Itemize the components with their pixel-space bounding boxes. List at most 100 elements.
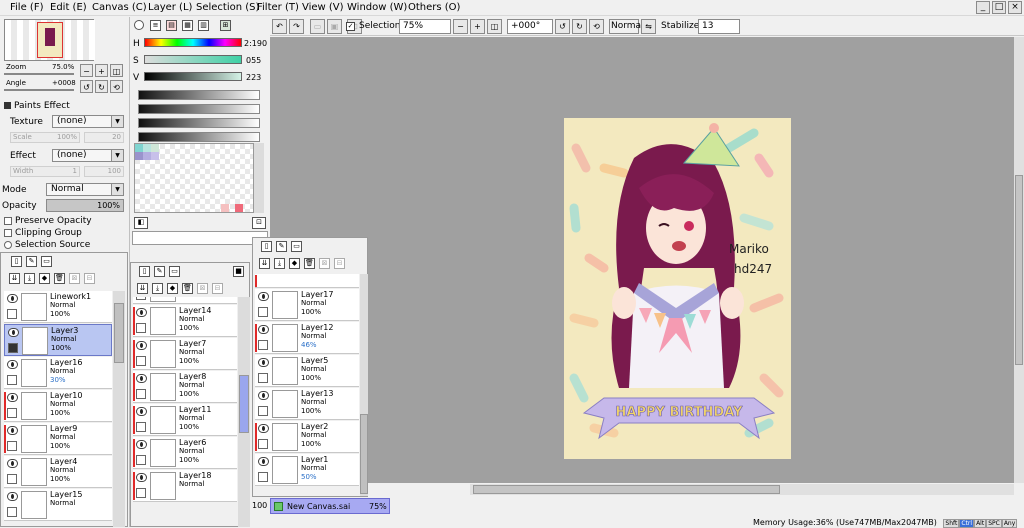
width-field[interactable]: Width 1 xyxy=(10,166,80,177)
layer-row[interactable]: Layer12 Normal 46% xyxy=(255,322,359,354)
new-linework-layer-icon[interactable]: ✎ xyxy=(154,266,165,277)
layer-row[interactable]: Layer14 Normal 100% xyxy=(133,305,237,337)
zoom-in-button[interactable]: + xyxy=(470,19,485,34)
menu-edit[interactable]: Edit (E) xyxy=(50,2,87,13)
transfer-down-icon[interactable]: ⇊ xyxy=(137,283,148,294)
layer-lock-checkbox[interactable] xyxy=(136,422,146,432)
visibility-eye-icon[interactable] xyxy=(258,358,269,367)
angle-slider[interactable] xyxy=(4,89,74,91)
menu-canvas[interactable]: Canvas (C) xyxy=(92,2,147,13)
layer-row[interactable]: Layer10 Normal 100% xyxy=(4,390,112,422)
delete-layer-icon[interactable]: 🗑 xyxy=(54,273,65,284)
layer-list-2-scrollbar[interactable] xyxy=(238,297,250,527)
scratchpad-toggle-icon[interactable]: ⊞ xyxy=(220,20,231,31)
invert-selection-button[interactable]: ▣ xyxy=(327,19,342,34)
effect-select[interactable]: (none) ▼ xyxy=(52,149,124,162)
color-swatches[interactable] xyxy=(134,143,254,213)
merge-down-icon[interactable]: ⤓ xyxy=(24,273,35,284)
menu-window[interactable]: Window (W) xyxy=(347,2,407,13)
selection-checkbox[interactable]: ✓ xyxy=(346,22,355,31)
layer-row[interactable]: Layer13 Normal 100% xyxy=(255,388,359,420)
menu-filter[interactable]: Filter (T) xyxy=(257,2,299,13)
canvas-horizontal-scrollbar[interactable] xyxy=(470,484,1014,495)
layer-row[interactable]: Layer4 Normal 100% xyxy=(4,456,112,488)
clear-layer-icon[interactable]: ◆ xyxy=(167,283,178,294)
rotate-reset-button[interactable]: ⟲ xyxy=(589,19,604,34)
saturation-slider[interactable] xyxy=(144,55,242,64)
visibility-eye-icon[interactable] xyxy=(258,424,269,433)
document-tab[interactable]: New Canvas.sai 75% xyxy=(270,498,390,514)
new-linework-layer-icon[interactable]: ✎ xyxy=(276,241,287,252)
layer-lock-checkbox[interactable] xyxy=(258,307,268,317)
color-mixer-toggle-icon[interactable]: ▦ xyxy=(182,20,193,31)
scratchpad[interactable] xyxy=(132,231,268,245)
layer-list-1-scrollbar[interactable] xyxy=(113,291,125,527)
layer-lock-checkbox[interactable] xyxy=(136,323,146,333)
new-layer-icon[interactable]: ▯ xyxy=(11,256,22,267)
minimize-button[interactable]: _ xyxy=(976,1,990,14)
paints-effect-collapse-icon[interactable] xyxy=(4,102,11,109)
color-history-strip-1[interactable] xyxy=(138,90,260,100)
swatch-scrollbar[interactable] xyxy=(254,143,264,213)
layer-lock-checkbox[interactable] xyxy=(136,455,146,465)
layer-row[interactable]: Layer11 Normal 100% xyxy=(133,404,237,436)
nav-rotate-left-button[interactable]: ↺ xyxy=(80,80,93,93)
nav-zoom-reset-button[interactable]: ◫ xyxy=(110,64,123,77)
layer-lock-checkbox[interactable] xyxy=(7,375,17,385)
layer-lock-checkbox[interactable] xyxy=(136,389,146,399)
hsv-slider-toggle-icon[interactable]: ▤ xyxy=(166,20,177,31)
close-button[interactable]: × xyxy=(1008,1,1022,14)
nav-rotate-reset-button[interactable]: ⟲ xyxy=(110,80,123,93)
visibility-eye-icon[interactable] xyxy=(136,341,147,350)
layer-row[interactable]: Layer9 Normal 100% xyxy=(4,423,112,455)
layer-mask-icon[interactable]: ⊠ xyxy=(319,258,330,269)
layer-row[interactable]: Layer5 Normal 100% xyxy=(255,355,359,387)
layer-row-partial[interactable] xyxy=(255,274,359,288)
layer-row[interactable]: Layer16 Normal 30% xyxy=(4,357,112,389)
horizontal-scroll-thumb[interactable] xyxy=(473,485,780,494)
visibility-eye-icon[interactable] xyxy=(136,440,147,449)
delete-layer-icon[interactable]: 🗑 xyxy=(304,258,315,269)
layer-lock-checkbox[interactable] xyxy=(7,309,17,319)
opacity-slider[interactable]: 100% xyxy=(46,199,124,212)
visibility-eye-icon[interactable] xyxy=(258,457,269,466)
new-layer-icon[interactable]: ▯ xyxy=(139,266,150,277)
zoom-select[interactable]: 75% xyxy=(399,19,451,34)
nav-zoom-in-button[interactable]: + xyxy=(95,64,108,77)
width-number[interactable]: 100 xyxy=(84,166,124,177)
layer-lock-checkbox[interactable] xyxy=(258,373,268,383)
transfer-down-icon[interactable]: ⇊ xyxy=(9,273,20,284)
apply-mask-icon[interactable]: ⊟ xyxy=(334,258,345,269)
texture-select[interactable]: (none) ▼ xyxy=(52,115,124,128)
layer-row[interactable]: Linework1 Normal 100% xyxy=(4,291,112,323)
layer-lock-checkbox[interactable] xyxy=(258,439,268,449)
visibility-eye-icon[interactable] xyxy=(8,328,19,337)
color-wheel-toggle-icon[interactable] xyxy=(134,20,144,30)
layer-lock-checkbox[interactable] xyxy=(7,507,17,517)
clear-layer-icon[interactable]: ◆ xyxy=(289,258,300,269)
visibility-eye-icon[interactable] xyxy=(7,459,18,468)
layer-lock-checkbox[interactable] xyxy=(136,297,146,300)
layer-mask-icon[interactable]: ⊠ xyxy=(69,273,80,284)
visibility-eye-icon[interactable] xyxy=(136,374,147,383)
layer-row[interactable]: Layer18 Normal xyxy=(133,470,237,502)
menu-others[interactable]: Others (O) xyxy=(408,2,460,13)
clear-layer-icon[interactable]: ◆ xyxy=(39,273,50,284)
visibility-eye-icon[interactable] xyxy=(258,391,269,400)
preserve-opacity-checkbox[interactable] xyxy=(4,217,12,225)
rgb-slider-toggle-icon[interactable]: ≡ xyxy=(150,20,161,31)
layer-row[interactable]: Layer8 Normal 100% xyxy=(133,371,237,403)
layer-mask-icon[interactable]: ⊠ xyxy=(197,283,208,294)
layer-lock-checkbox[interactable] xyxy=(7,441,17,451)
layer-row[interactable]: Layer3 Normal 100% xyxy=(4,324,112,356)
transfer-down-icon[interactable]: ⇊ xyxy=(259,258,270,269)
blend-mode-select[interactable]: Normal xyxy=(609,19,644,34)
layer-row[interactable]: Layer17 Normal 100% xyxy=(255,289,359,321)
scale-field[interactable]: Scale 100% xyxy=(10,132,80,143)
rotation-select[interactable]: +000° xyxy=(507,19,553,34)
layer-lock-checkbox[interactable] xyxy=(258,340,268,350)
menu-layer[interactable]: Layer (L) xyxy=(148,2,192,13)
new-folder-icon[interactable]: ▭ xyxy=(41,256,52,267)
layer-row[interactable]: Layer2 Normal 100% xyxy=(255,421,359,453)
layer-lock-checkbox[interactable] xyxy=(258,406,268,416)
